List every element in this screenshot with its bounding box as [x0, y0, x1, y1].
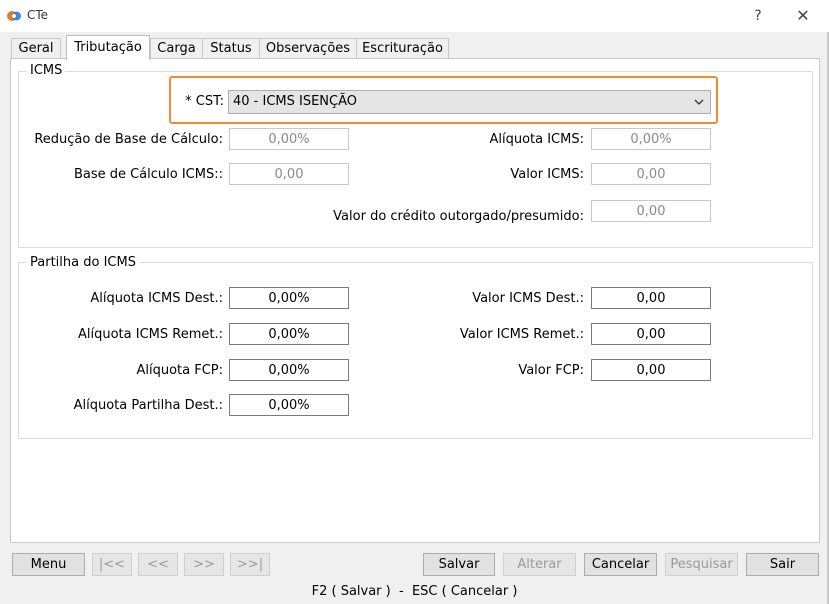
aliquota-partilha-dest-field[interactable]: 0,00% [229, 394, 349, 416]
chevron-down-icon [692, 91, 706, 113]
tab-carga[interactable]: Carga [150, 38, 203, 59]
tab-observacoes[interactable]: Observações [259, 38, 357, 59]
aliquota-icms-label: Alíquota ICMS: [489, 132, 584, 147]
menu-button[interactable]: Menu [12, 553, 85, 576]
close-button[interactable]: ✕ [790, 4, 816, 28]
valor-icms-dest-label: Valor ICMS Dest.: [472, 291, 584, 306]
first-record-button[interactable]: |<< [92, 553, 132, 576]
partilha-group-title: Partilha do ICMS [27, 255, 139, 270]
cst-select-value: 40 - ICMS ISENÇÃO [233, 94, 358, 109]
tab-status[interactable]: Status [202, 38, 260, 59]
tab-geral[interactable]: Geral [11, 38, 61, 59]
valor-icms-dest-field[interactable]: 0,00 [591, 287, 711, 309]
cancelar-button[interactable]: Cancelar [584, 553, 657, 576]
sair-button[interactable]: Sair [746, 553, 819, 576]
aliquota-icms-remet-label: Alíquota ICMS Remet.: [78, 327, 223, 342]
aliquota-icms-remet-field[interactable]: 0,00% [229, 323, 349, 345]
credito-outorgado-label: Valor do crédito outorgado/presumido: [333, 209, 584, 224]
valor-icms-remet-field[interactable]: 0,00 [591, 323, 711, 345]
tab-tributacao[interactable]: Tributação [66, 35, 150, 60]
status-bar: F2 ( Salvar ) - ESC ( Cancelar ) [311, 584, 518, 599]
valor-fcp-field[interactable]: 0,00 [591, 359, 711, 381]
valor-fcp-label: Valor FCP: [518, 363, 584, 378]
window-title: CTe [27, 8, 49, 22]
next-record-button[interactable]: >> [184, 553, 224, 576]
reducao-label: Redução de Base de Cálculo: [34, 132, 223, 147]
valor-icms-label: Valor ICMS: [510, 167, 584, 182]
credito-outorgado-field[interactable]: 0,00 [591, 200, 711, 222]
aliquota-fcp-field[interactable]: 0,00% [229, 359, 349, 381]
aliquota-icms-dest-field[interactable]: 0,00% [229, 287, 349, 309]
base-calculo-label: Base de Cálculo ICMS:: [73, 167, 223, 182]
pesquisar-button[interactable]: Pesquisar [665, 553, 738, 576]
app-logo-icon [6, 8, 22, 24]
valor-icms-field[interactable]: 0,00 [591, 163, 711, 185]
aliquota-partilha-dest-label: Alíquota Partilha Dest.: [73, 398, 223, 413]
salvar-button[interactable]: Salvar [423, 553, 495, 576]
icms-group-title: ICMS [27, 63, 66, 78]
reducao-field[interactable]: 0,00% [229, 128, 349, 150]
aliquota-icms-dest-label: Alíquota ICMS Dest.: [90, 291, 223, 306]
base-calculo-field[interactable]: 0,00 [229, 163, 349, 185]
valor-icms-remet-label: Valor ICMS Remet.: [459, 327, 584, 342]
help-button[interactable]: ? [746, 4, 770, 28]
title-bar: CTe ? ✕ [0, 0, 829, 32]
tab-escrituracao[interactable]: Escrituração [356, 38, 449, 59]
aliquota-fcp-label: Alíquota FCP: [136, 363, 223, 378]
prev-record-button[interactable]: << [138, 553, 178, 576]
aliquota-icms-field[interactable]: 0,00% [591, 128, 711, 150]
cst-select[interactable]: 40 - ICMS ISENÇÃO [228, 90, 711, 114]
last-record-button[interactable]: >>| [230, 553, 270, 576]
alterar-button[interactable]: Alterar [503, 553, 576, 576]
